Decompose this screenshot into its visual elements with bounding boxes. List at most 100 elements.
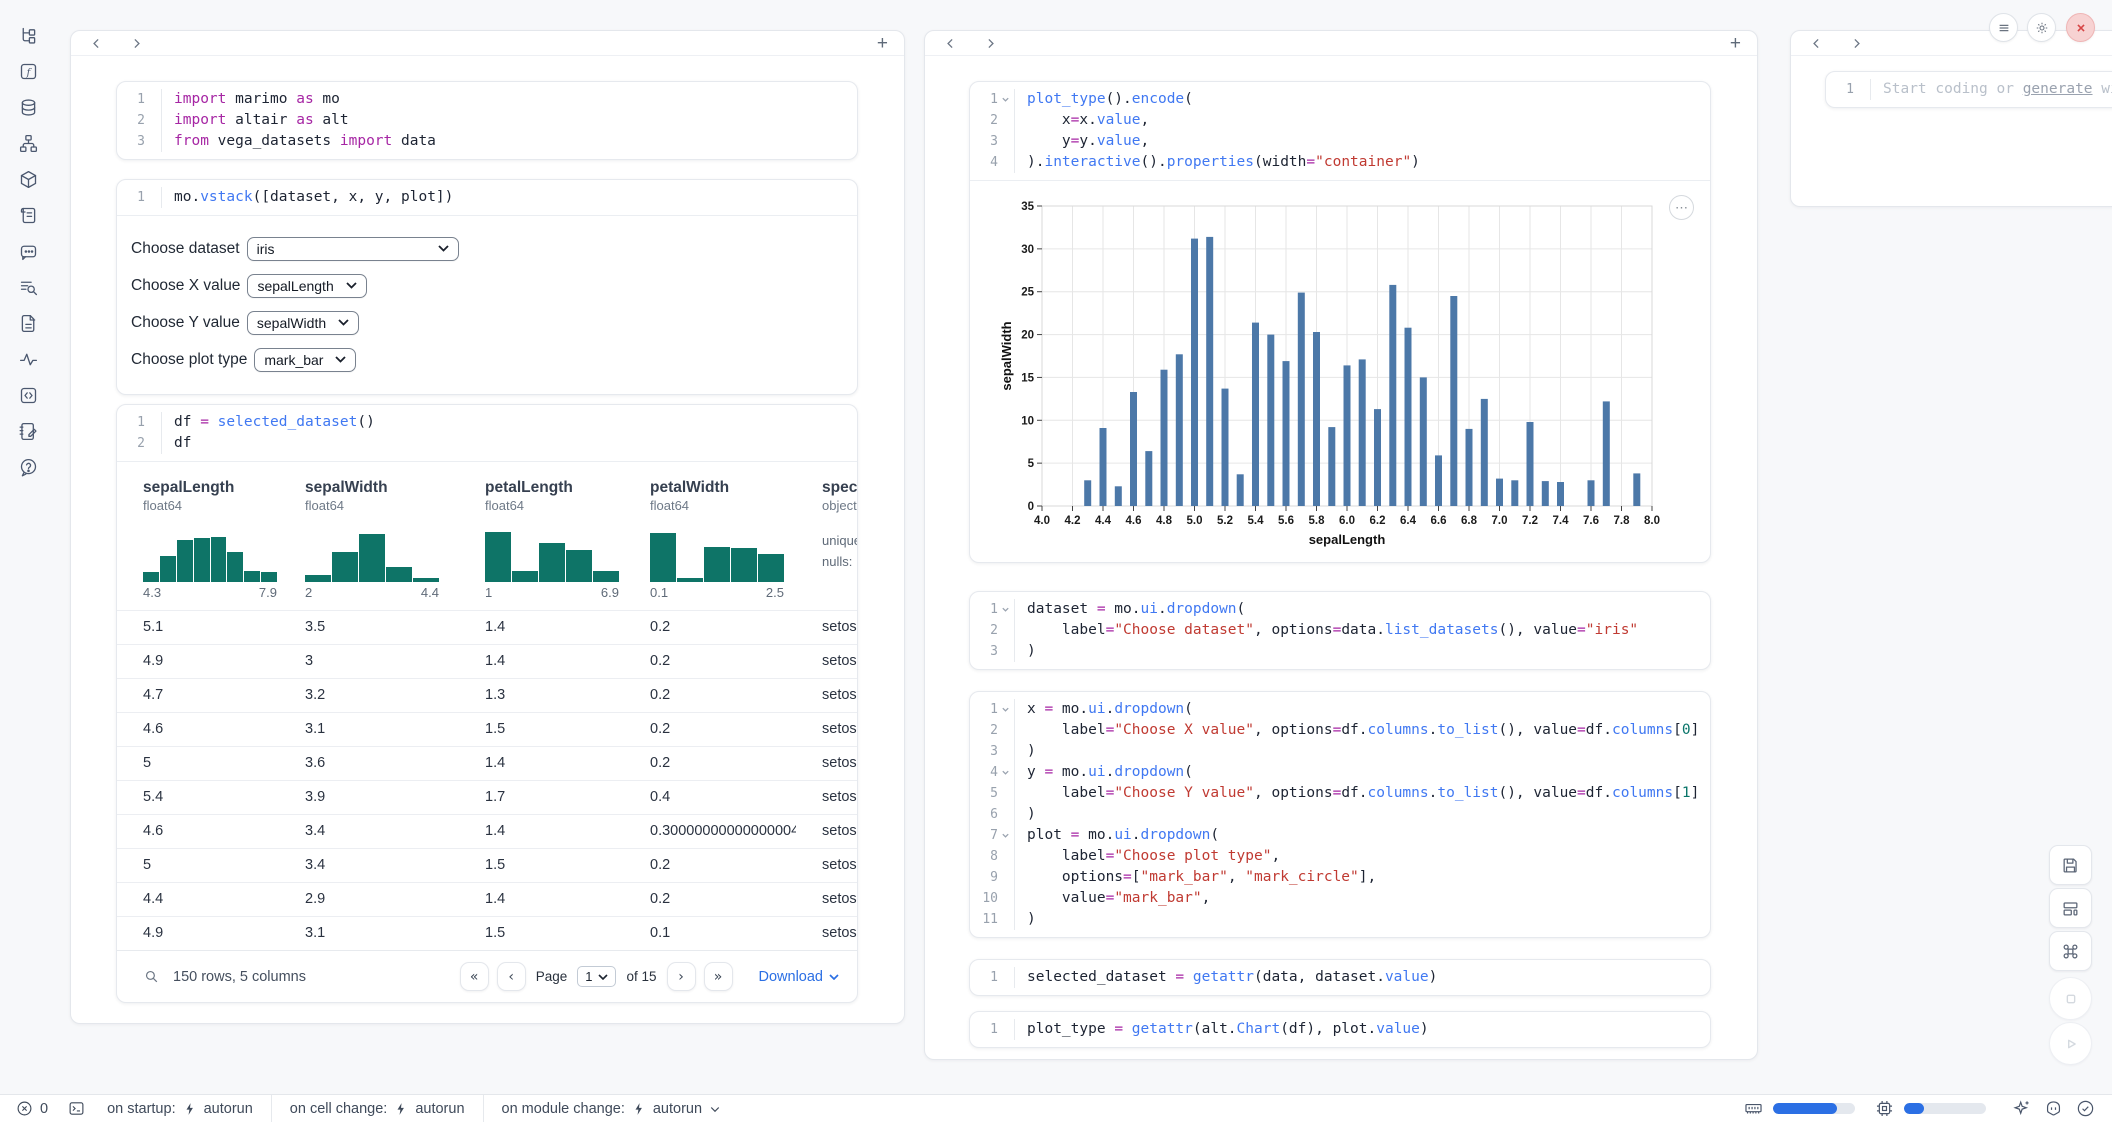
code-line: 9 options=["mark_bar", "mark_circle"], — [970, 867, 1710, 888]
fold-chevron-icon[interactable] — [998, 762, 1012, 783]
list-search-icon[interactable] — [17, 276, 39, 298]
help-icon[interactable] — [17, 456, 39, 478]
run-all-button[interactable] — [2049, 1022, 2092, 1065]
table-cell: 1.7 — [459, 781, 624, 814]
cell-plot-type[interactable]: 1plot_type = getattr(alt.Chart(df), plot… — [969, 1011, 1711, 1048]
table-column-header[interactable]: sepalWidthfloat6424.4 — [279, 478, 459, 610]
svg-text:7.8: 7.8 — [1614, 515, 1631, 527]
add-cell-button[interactable]: + — [1730, 34, 1741, 53]
file-tree-icon[interactable] — [17, 24, 39, 46]
code-line: 1selected_dataset = getattr(data, datase… — [970, 967, 1710, 988]
on-cell-change-setting[interactable]: on cell change: autorun — [290, 1101, 465, 1117]
cell-selected-dataset[interactable]: 1selected_dataset = getattr(data, datase… — [969, 959, 1711, 996]
keyboard-shortcuts-button[interactable] — [2049, 931, 2092, 971]
function-square-icon[interactable]: f — [17, 60, 39, 82]
cell-scratch-empty[interactable]: 1 Start coding or generate with — [1825, 71, 2112, 108]
bot-chat-icon[interactable] — [17, 240, 39, 262]
table-column-header[interactable]: sepalLengthfloat644.37.9 — [117, 478, 279, 610]
fold-chevron-icon[interactable] — [998, 699, 1012, 720]
svg-text:7.6: 7.6 — [1583, 515, 1599, 527]
first-page-button[interactable]: « — [460, 962, 489, 991]
column-scroll-right-button[interactable] — [981, 34, 999, 52]
generate-with-ai-link[interactable]: generate — [2023, 81, 2093, 97]
save-button[interactable] — [2049, 845, 2092, 885]
download-button[interactable]: Download — [759, 969, 840, 985]
cell-vstack[interactable]: 1mo.vstack([dataset, x, y, plot]) Choose… — [116, 179, 858, 395]
table-row: 53.41.50.2setosa — [117, 848, 857, 882]
cell-xy-plot-dropdowns[interactable]: 1x = mo.ui.dropdown(2 label="Choose X va… — [969, 691, 1711, 938]
bar-chart[interactable]: 4.04.24.44.64.85.05.25.45.65.86.06.26.46… — [1000, 198, 1670, 550]
table-column-header[interactable]: speciesobjectunique:nulls: — [796, 478, 858, 610]
column-histogram — [485, 524, 619, 582]
table-column-header[interactable]: petalWidthfloat640.12.5 — [624, 478, 796, 610]
on-startup-setting[interactable]: on startup: autorun — [107, 1101, 253, 1117]
fold-chevron-icon[interactable] — [998, 89, 1012, 110]
table-cell: 5.1 — [117, 611, 279, 644]
shutdown-close-button[interactable] — [2066, 13, 2095, 42]
database-icon[interactable] — [17, 96, 39, 118]
next-page-button[interactable]: › — [667, 962, 696, 991]
control-row: Choose Y valuesepalWidth — [131, 304, 857, 341]
ai-sparkle-button[interactable] — [2010, 1098, 2032, 1120]
connection-status-button[interactable] — [2074, 1098, 2096, 1120]
menu-button[interactable] — [1989, 13, 2018, 42]
choose-plot-type-select[interactable]: mark_bar — [254, 348, 356, 372]
table-cell: 4.7 — [117, 679, 279, 712]
page-number-select[interactable]: 1 — [577, 966, 616, 987]
search-icon[interactable] — [143, 968, 160, 985]
notebook-column-3: 1 Start coding or generate with — [1790, 30, 2112, 207]
column-scroll-left-button[interactable] — [941, 34, 959, 52]
bolt-icon — [183, 1102, 197, 1116]
circle-x-icon — [16, 1100, 33, 1117]
column-scroll-right-button[interactable] — [1847, 34, 1865, 52]
svg-text:6.0: 6.0 — [1339, 515, 1355, 527]
code-line: 1mo.vstack([dataset, x, y, plot]) — [117, 187, 857, 208]
chart-actions-button[interactable]: ⋯ — [1669, 195, 1694, 220]
control-row: Choose X valuesepalLength — [131, 267, 857, 304]
layout-toggle-button[interactable] — [2049, 888, 2092, 928]
status-bar: 0 on startup: autorun on cell change: au… — [0, 1094, 2112, 1122]
sitemap-icon[interactable] — [17, 132, 39, 154]
bolt-icon — [632, 1102, 646, 1116]
settings-gear-button[interactable] — [2027, 13, 2056, 42]
check-circle-icon — [2076, 1099, 2095, 1118]
column-scroll-left-button[interactable] — [87, 34, 105, 52]
cell-plot[interactable]: 1plot_type().encode(2 x=x.value,3 y=y.va… — [969, 81, 1711, 563]
table-cell: 3.1 — [279, 713, 459, 746]
table-row: 4.42.91.40.2setosa — [117, 882, 857, 916]
fold-chevron-icon[interactable] — [998, 825, 1012, 846]
cell-imports[interactable]: 1import marimo as mo2import altair as al… — [116, 81, 858, 160]
terminal-button[interactable] — [68, 1100, 85, 1117]
document-icon[interactable] — [17, 312, 39, 334]
copilot-button[interactable] — [2042, 1098, 2064, 1120]
editor-placeholder[interactable]: Start coding or generate with — [1870, 79, 2112, 100]
table-cell: 0.4 — [624, 781, 796, 814]
code-line: 2 label="Choose X value", options=df.col… — [970, 720, 1710, 741]
code-line: 10 value="mark_bar", — [970, 888, 1710, 909]
choose-dataset-select[interactable]: iris — [247, 237, 459, 261]
chart-output[interactable]: 4.04.24.44.64.85.05.25.45.65.86.06.26.46… — [970, 180, 1710, 563]
choose-y-value-select[interactable]: sepalWidth — [247, 311, 359, 335]
table-cell: setosa — [796, 883, 858, 916]
add-cell-button[interactable]: + — [877, 34, 888, 53]
fold-chevron-icon[interactable] — [998, 599, 1012, 620]
last-page-button[interactable]: » — [704, 962, 733, 991]
package-icon[interactable] — [17, 168, 39, 190]
previous-page-button[interactable]: ‹ — [497, 962, 526, 991]
error-count-indicator[interactable]: 0 — [16, 1100, 48, 1117]
cell-dataframe[interactable]: 1df = selected_dataset()2df sepalLengthf… — [116, 404, 858, 1003]
code-square-icon[interactable] — [17, 384, 39, 406]
table-column-header[interactable]: petalLengthfloat6416.9 — [459, 478, 624, 610]
activity-icon[interactable] — [17, 348, 39, 370]
dataframe-table: sepalLengthfloat644.37.9sepalWidthfloat6… — [117, 461, 857, 1002]
column-scroll-right-button[interactable] — [127, 34, 145, 52]
choose-x-value-select[interactable]: sepalLength — [247, 274, 366, 298]
table-cell: setosa — [796, 645, 858, 678]
notebook-edit-icon[interactable] — [17, 420, 39, 442]
on-module-change-setting[interactable]: on module change: autorun — [502, 1101, 722, 1117]
cell-dataset-dropdown[interactable]: 1dataset = mo.ui.dropdown(2 label="Choos… — [969, 591, 1711, 670]
scroll-icon[interactable] — [17, 204, 39, 226]
stop-kernel-button[interactable] — [2049, 977, 2092, 1020]
terminal-icon — [68, 1100, 85, 1117]
column-scroll-left-button[interactable] — [1807, 34, 1825, 52]
